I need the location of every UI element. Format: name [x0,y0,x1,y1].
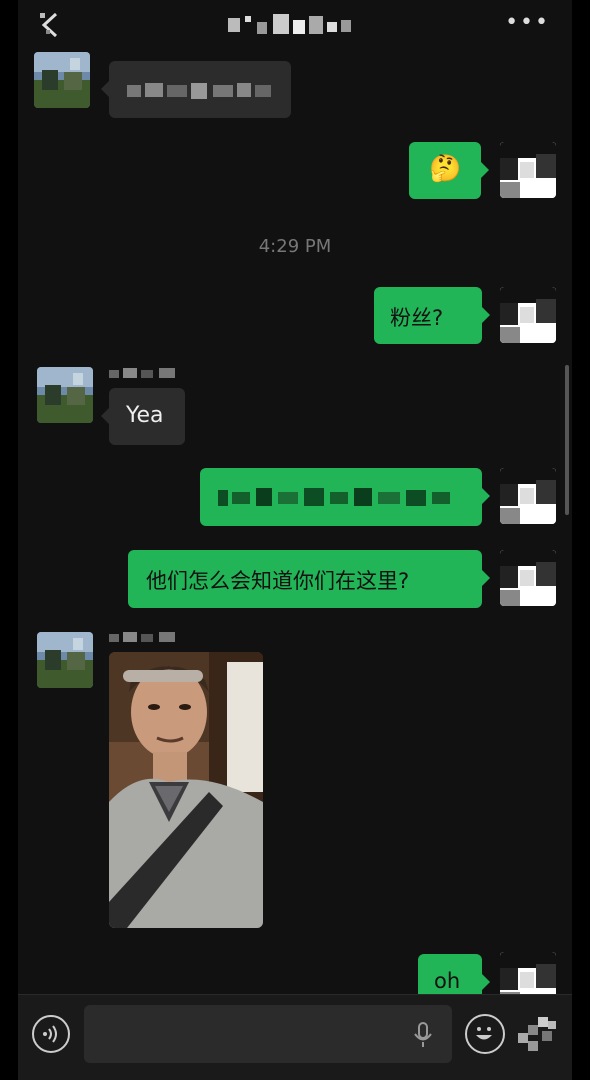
back-arrow-icon[interactable] [36,10,66,40]
message-bubble-incoming[interactable] [101,61,291,118]
more-options-icon[interactable]: ••• [505,12,550,34]
top-bar: ••• [18,0,572,50]
my-avatar[interactable] [500,952,556,994]
my-avatar[interactable] [500,142,556,198]
message-bubble-outgoing[interactable]: 他们怎么会知道你们在这里? [128,550,490,608]
message-bubble-outgoing[interactable] [200,468,490,526]
timestamp: 4:29 PM [258,236,332,257]
message-bubble-outgoing[interactable]: 粉丝? [374,287,490,344]
scrollbar[interactable] [565,365,569,515]
chat-screen: ••• 🤔 4:29 PM 粉丝? Yea 他们怎么会知道你们在这里? oh [18,0,572,1080]
message-bubble-outgoing[interactable]: 🤔 [409,142,489,199]
message-text: 他们怎么会知道你们在这里? [146,569,410,593]
sender-name-redacted [109,632,175,642]
message-input[interactable] [84,1005,452,1063]
chat-title-redacted [228,14,351,34]
message-list[interactable]: 🤔 4:29 PM 粉丝? Yea 他们怎么会知道你们在这里? oh [18,50,572,994]
emoji-icon[interactable] [465,1014,505,1054]
smiley-face-icon [476,1027,492,1040]
sender-name-redacted [109,368,175,378]
voice-waves-icon [43,1025,57,1043]
redacted-text [218,488,450,506]
contact-avatar[interactable] [37,367,93,423]
my-avatar[interactable] [500,468,556,524]
contact-avatar[interactable] [34,52,90,108]
my-avatar[interactable] [500,287,556,343]
image-message-selfie[interactable] [109,652,263,928]
my-avatar[interactable] [500,550,556,606]
message-text: oh [434,969,461,993]
microphone-icon[interactable] [412,1021,434,1049]
message-bubble-outgoing[interactable]: oh [418,954,490,994]
message-text: Yea [126,403,164,428]
voice-mode-icon[interactable] [32,1015,70,1053]
message-bubble-incoming[interactable]: Yea [101,388,185,445]
redacted-text [127,83,271,99]
message-text: 粉丝? [390,306,444,330]
emoji-thinking: 🤔 [429,154,462,184]
more-options-icon[interactable] [518,1017,558,1057]
input-bar [18,994,572,1080]
contact-avatar[interactable] [37,632,93,688]
